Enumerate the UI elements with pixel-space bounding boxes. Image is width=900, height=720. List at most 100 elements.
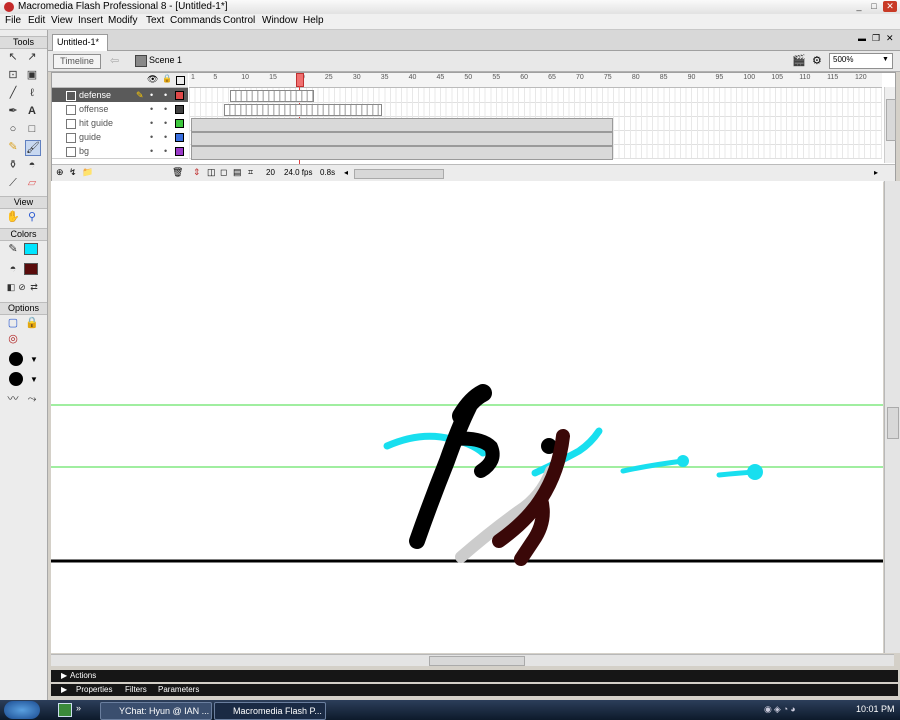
hscroll-right-icon[interactable]: ▸ xyxy=(874,168,878,177)
onion-skin-icon[interactable]: ◫ xyxy=(207,167,216,178)
paint-bucket-tool-icon[interactable]: ◓ xyxy=(25,158,39,172)
menu-modify[interactable]: Modify xyxy=(108,15,137,26)
edit-multiple-icon[interactable]: ▤ xyxy=(233,167,242,178)
center-frame-icon[interactable]: ⇕ xyxy=(193,167,201,178)
add-motion-guide-icon[interactable]: ↯ xyxy=(69,167,77,178)
brush-size-icon[interactable] xyxy=(9,352,23,366)
layer-row-defense[interactable]: defense ✎ • • xyxy=(52,88,188,103)
swap-colors-icon[interactable]: ⇄ xyxy=(27,280,41,294)
brush-shape-icon[interactable] xyxy=(9,372,23,386)
lock-dot-icon[interactable]: • xyxy=(164,130,167,144)
visibility-dot-icon[interactable]: • xyxy=(150,116,153,130)
defense-frames[interactable] xyxy=(230,90,314,102)
actions-expand-icon[interactable]: ▶ xyxy=(61,670,67,682)
layer-color-swatch[interactable] xyxy=(175,119,184,128)
layer-color-swatch[interactable] xyxy=(175,147,184,156)
timeline-vscroll[interactable] xyxy=(884,87,896,163)
timeline-vscroll-thumb[interactable] xyxy=(886,99,896,141)
line-tool-icon[interactable]: ╱ xyxy=(6,86,20,100)
offense-frames[interactable] xyxy=(224,104,382,116)
oval-tool-icon[interactable]: ○ xyxy=(6,122,20,136)
doc-minimize-button[interactable]: ▬ xyxy=(858,34,866,43)
stage-vscroll[interactable] xyxy=(884,181,900,653)
selection-tool-icon[interactable]: ↖ xyxy=(6,50,20,64)
add-layer-icon[interactable]: ⊕ xyxy=(56,167,64,178)
delete-layer-icon[interactable]: 🗑 xyxy=(172,167,183,178)
brush-shape-dropdown-icon[interactable]: ▼ xyxy=(30,375,38,384)
parameters-label[interactable]: Parameters xyxy=(158,684,199,696)
layer-color-swatch[interactable] xyxy=(175,91,184,100)
hit-guide-frames[interactable] xyxy=(191,118,613,132)
filters-label[interactable]: Filters xyxy=(125,684,147,696)
doc-restore-button[interactable]: ❐ xyxy=(872,33,880,44)
fill-transform-tool-icon[interactable]: ▣ xyxy=(25,68,39,82)
layer-row-guide[interactable]: guide • • xyxy=(52,130,188,145)
lock-dot-icon[interactable]: • xyxy=(164,144,167,158)
outline-all-icon[interactable] xyxy=(176,76,185,85)
layer-name[interactable]: hit guide xyxy=(79,116,113,130)
menu-insert[interactable]: Insert xyxy=(78,15,103,26)
properties-expand-icon[interactable]: ▶ xyxy=(61,684,67,696)
show-hide-all-icon[interactable]: 👁 xyxy=(147,74,158,85)
pen-tool-icon[interactable]: ✒ xyxy=(6,104,20,118)
lock-dot-icon[interactable]: • xyxy=(164,88,167,102)
text-tool-icon[interactable]: A xyxy=(25,104,39,118)
object-drawing-icon[interactable]: ▢ xyxy=(6,316,20,330)
brush-mode-icon[interactable]: ◎ xyxy=(6,332,20,346)
rectangle-tool-icon[interactable]: □ xyxy=(25,122,39,136)
properties-label[interactable]: Properties xyxy=(76,684,112,696)
frame-ruler[interactable]: 1510152025303540455055606570758085909510… xyxy=(189,73,882,88)
close-button[interactable]: ✕ xyxy=(883,1,897,12)
modify-markers-icon[interactable]: ⌗ xyxy=(248,167,253,178)
layer-row-bg[interactable]: bg • • xyxy=(52,144,188,159)
start-button[interactable] xyxy=(4,701,40,719)
brush-size-dropdown-icon[interactable]: ▼ xyxy=(30,355,38,364)
layer-name[interactable]: guide xyxy=(79,130,101,144)
zoom-select[interactable]: 500% ▼ xyxy=(829,53,893,69)
task-flash[interactable]: Macromedia Flash P... xyxy=(214,702,326,720)
properties-panel[interactable]: ▶ Properties Filters Parameters xyxy=(51,684,898,696)
timeline-hscroll-thumb[interactable] xyxy=(354,169,444,179)
fill-color-icon[interactable]: ◓ xyxy=(6,262,20,276)
menu-control[interactable]: Control xyxy=(223,15,255,26)
stroke-color-swatch[interactable] xyxy=(24,243,38,255)
visibility-dot-icon[interactable]: • xyxy=(150,130,153,144)
maximize-button[interactable]: □ xyxy=(867,1,881,12)
quicklaunch-arrow-icon[interactable]: » xyxy=(76,703,81,713)
edit-scene-icon[interactable]: 🎬 xyxy=(792,54,806,67)
document-tab[interactable]: Untitled-1* xyxy=(52,34,108,51)
scene-name[interactable]: Scene 1 xyxy=(149,55,182,65)
lasso-tool-icon[interactable]: ℓ xyxy=(25,86,39,100)
lock-dot-icon[interactable]: • xyxy=(164,102,167,116)
visibility-dot-icon[interactable]: • xyxy=(150,88,153,102)
eraser-tool-icon[interactable]: ▱ xyxy=(25,176,39,190)
brush-tool-icon[interactable]: 🖌 xyxy=(25,140,41,156)
lock-fill-icon[interactable]: 🔒 xyxy=(25,316,39,330)
stage[interactable] xyxy=(51,181,883,653)
lock-dot-icon[interactable]: • xyxy=(164,116,167,130)
fill-color-swatch[interactable] xyxy=(24,263,38,275)
timeline-toggle-button[interactable]: Timeline xyxy=(53,54,101,69)
visibility-dot-icon[interactable]: • xyxy=(150,102,153,116)
playhead[interactable] xyxy=(296,73,304,87)
menu-file[interactable]: File xyxy=(5,15,21,26)
ink-bottle-tool-icon[interactable]: ⚱ xyxy=(6,158,20,172)
menu-edit[interactable]: Edit xyxy=(28,15,45,26)
layer-color-swatch[interactable] xyxy=(175,133,184,142)
subselection-tool-icon[interactable]: ↗ xyxy=(25,50,39,64)
stage-vscroll-thumb[interactable] xyxy=(887,407,899,439)
quicklaunch-icon[interactable] xyxy=(58,703,72,717)
tilt-icon[interactable]: ⤳ xyxy=(25,392,39,406)
guide-frames[interactable] xyxy=(191,132,613,146)
zoom-tool-icon[interactable]: ⚲ xyxy=(25,210,39,224)
stroke-color-icon[interactable]: ✎ xyxy=(6,242,20,256)
pressure-icon[interactable]: 〰 xyxy=(6,392,20,406)
minimize-button[interactable]: _ xyxy=(852,1,866,12)
stage-hscroll[interactable] xyxy=(51,654,894,666)
task-ychat[interactable]: YChat: Hyun @ IAN ... xyxy=(100,702,212,720)
pencil-tool-icon[interactable]: ✎ xyxy=(6,140,20,154)
hand-tool-icon[interactable]: ✋ xyxy=(6,210,20,224)
doc-close-button[interactable]: ✕ xyxy=(886,33,894,44)
menu-text[interactable]: Text xyxy=(146,15,164,26)
layer-color-swatch[interactable] xyxy=(175,105,184,114)
